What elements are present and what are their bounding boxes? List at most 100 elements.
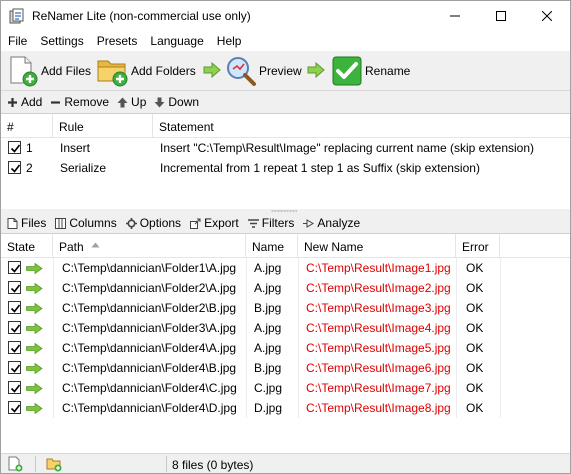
column-separator bbox=[298, 398, 299, 418]
file-path: C:\Temp\dannician\Folder3\A.jpg bbox=[62, 321, 237, 335]
file-name: A.jpg bbox=[254, 261, 282, 275]
file-checkbox[interactable] bbox=[8, 261, 21, 274]
preview-button[interactable]: Preview bbox=[225, 53, 302, 89]
arrow-right-icon bbox=[26, 302, 43, 315]
menu-language[interactable]: Language bbox=[143, 31, 209, 51]
table-row[interactable]: C:\Temp\dannician\Folder2\A.jpg A.jpg C:\T… bbox=[1, 278, 570, 298]
sort-ascending-icon bbox=[91, 242, 100, 248]
preview-magnifier-icon bbox=[225, 55, 257, 87]
move-down-button[interactable]: Down bbox=[154, 95, 199, 109]
rename-button[interactable]: Rename bbox=[331, 53, 410, 89]
menu-presets[interactable]: Presets bbox=[90, 31, 144, 51]
column-separator bbox=[53, 338, 54, 358]
file-error: OK bbox=[466, 401, 484, 415]
file-count: 8 files (0 bytes) bbox=[172, 458, 254, 472]
column-separator bbox=[456, 358, 457, 378]
files-menu-label: Files bbox=[21, 216, 47, 230]
column-separator bbox=[456, 278, 457, 298]
file-checkbox[interactable] bbox=[8, 341, 21, 354]
arrow-right-icon bbox=[26, 322, 43, 335]
options-menu-button[interactable]: Options bbox=[125, 216, 181, 230]
file-error: OK bbox=[466, 361, 484, 375]
file-path: C:\Temp\dannician\Folder2\A.jpg bbox=[62, 281, 237, 295]
rule-checkbox[interactable] bbox=[8, 161, 21, 174]
file-checkbox[interactable] bbox=[8, 281, 21, 294]
table-row[interactable]: C:\Temp\dannician\Folder4\B.jpg B.jpg C:\T… bbox=[1, 358, 570, 378]
file-checkbox[interactable] bbox=[8, 361, 21, 374]
table-row[interactable]: C:\Temp\dannician\Folder4\C.jpg C.jpg C:\T… bbox=[1, 378, 570, 398]
column-separator bbox=[246, 398, 247, 418]
filters-menu-button[interactable]: Filters bbox=[247, 216, 294, 230]
table-row[interactable]: C:\Temp\dannician\Folder4\D.jpg D.jpg C:\T… bbox=[1, 398, 570, 418]
status-separator bbox=[166, 456, 167, 472]
columns-menu-button[interactable]: Columns bbox=[55, 216, 117, 230]
rule-row[interactable]: 2 Serialize Incremental from 1 repeat 1 … bbox=[1, 158, 570, 178]
menu-help[interactable]: Help bbox=[210, 31, 248, 51]
file-path: C:\Temp\dannician\Folder4\C.jpg bbox=[62, 381, 237, 395]
add-rule-label: Add bbox=[21, 95, 43, 109]
rule-row[interactable]: 1 Insert Insert "C:\Temp\Result\Image" r… bbox=[1, 138, 570, 158]
add-files-icon bbox=[7, 55, 39, 87]
files-col-path-label: Path bbox=[59, 240, 84, 254]
column-separator bbox=[246, 338, 247, 358]
close-button[interactable] bbox=[524, 1, 570, 31]
rules-list[interactable]: # Rule Statement 1 Insert Insert "C:\Tem… bbox=[1, 113, 570, 209]
remove-rule-button[interactable]: Remove bbox=[50, 95, 109, 109]
files-col-name[interactable]: Name bbox=[246, 234, 298, 258]
column-separator bbox=[246, 298, 247, 318]
file-path: C:\Temp\dannician\Folder4\D.jpg bbox=[62, 401, 237, 415]
table-row[interactable]: C:\Temp\dannician\Folder3\A.jpg A.jpg C:\T… bbox=[1, 318, 570, 338]
rules-col-number[interactable]: # bbox=[1, 114, 53, 138]
arrow-right-icon bbox=[26, 402, 43, 415]
column-separator bbox=[456, 318, 457, 338]
add-files-small-icon[interactable] bbox=[7, 456, 23, 473]
column-separator bbox=[298, 358, 299, 378]
move-up-button[interactable]: Up bbox=[117, 95, 146, 109]
column-separator bbox=[500, 278, 501, 298]
menu-settings[interactable]: Settings bbox=[33, 31, 89, 51]
add-folders-button[interactable]: Add Folders bbox=[97, 53, 196, 89]
add-folders-label: Add Folders bbox=[131, 64, 196, 78]
analyze-menu-button[interactable]: Analyze bbox=[303, 216, 360, 230]
table-row[interactable]: C:\Temp\dannician\Folder2\B.jpg B.jpg C:\T… bbox=[1, 298, 570, 318]
rename-label: Rename bbox=[365, 64, 411, 78]
add-folders-small-icon[interactable] bbox=[46, 456, 62, 473]
file-new-name: C:\Temp\Result\Image7.jpg bbox=[306, 381, 451, 395]
column-separator bbox=[53, 378, 54, 398]
column-separator bbox=[456, 298, 457, 318]
file-name: A.jpg bbox=[254, 341, 282, 355]
files-col-error[interactable]: Error bbox=[456, 234, 500, 258]
file-checkbox[interactable] bbox=[8, 401, 21, 414]
file-checkbox[interactable] bbox=[8, 301, 21, 314]
maximize-button[interactable] bbox=[478, 1, 524, 31]
app-window: ReNamer Lite (non-commercial use only) F… bbox=[0, 0, 571, 474]
arrow-up-icon bbox=[117, 97, 128, 108]
export-menu-button[interactable]: Export bbox=[190, 216, 239, 230]
file-new-name: C:\Temp\Result\Image1.jpg bbox=[306, 261, 451, 275]
columns-icon bbox=[55, 217, 67, 229]
column-separator bbox=[500, 298, 501, 318]
files-col-new-name[interactable]: New Name bbox=[298, 234, 456, 258]
files-menu-button[interactable]: Files bbox=[7, 216, 46, 230]
column-separator bbox=[53, 358, 54, 378]
file-checkbox[interactable] bbox=[8, 321, 21, 334]
file-checkbox[interactable] bbox=[8, 381, 21, 394]
file-new-name: C:\Temp\Result\Image6.jpg bbox=[306, 361, 451, 375]
splitter-grip bbox=[271, 210, 297, 212]
analyze-menu-label: Analyze bbox=[317, 216, 361, 230]
add-files-button[interactable]: Add Files bbox=[7, 53, 91, 89]
file-error: OK bbox=[466, 341, 484, 355]
files-list[interactable]: State Path Name New Name Error C:\Temp\d… bbox=[1, 233, 570, 453]
rules-col-rule[interactable]: Rule bbox=[53, 114, 153, 138]
rules-col-statement[interactable]: Statement bbox=[153, 114, 570, 138]
file-error: OK bbox=[466, 321, 484, 335]
files-col-state[interactable]: State bbox=[1, 234, 53, 258]
rule-checkbox[interactable] bbox=[8, 141, 21, 154]
table-row[interactable]: C:\Temp\dannician\Folder1\A.jpg A.jpg C:\T… bbox=[1, 258, 570, 278]
menu-file[interactable]: File bbox=[1, 31, 33, 51]
add-rule-button[interactable]: Add bbox=[7, 95, 42, 109]
table-row[interactable]: C:\Temp\dannician\Folder4\A.jpg A.jpg C:\T… bbox=[1, 338, 570, 358]
minimize-button[interactable] bbox=[432, 1, 478, 31]
files-col-path[interactable]: Path bbox=[53, 234, 246, 258]
rule-name: Serialize bbox=[60, 161, 107, 175]
